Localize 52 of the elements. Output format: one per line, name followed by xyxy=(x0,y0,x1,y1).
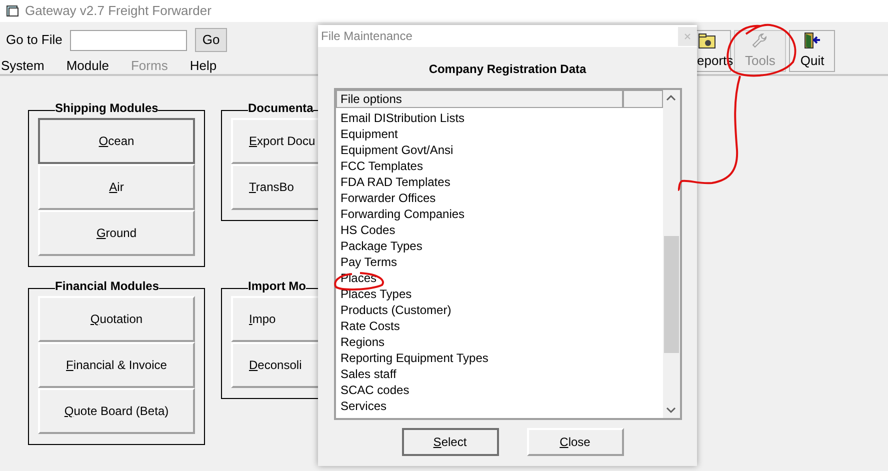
go-button[interactable]: Go xyxy=(195,28,227,52)
module-button[interactable]: Impo xyxy=(231,296,318,342)
menu-item[interactable]: Module xyxy=(66,56,109,76)
column-header[interactable] xyxy=(622,90,662,108)
app-icon xyxy=(6,5,19,17)
module-button[interactable]: Air xyxy=(38,164,195,210)
go-to-file-field[interactable] xyxy=(70,30,188,50)
column-header[interactable]: File options xyxy=(336,90,622,108)
module-button[interactable]: Quotation xyxy=(38,296,195,342)
list-item[interactable]: Forwarding Companies xyxy=(336,206,662,222)
scroll-thumb[interactable] xyxy=(664,236,678,353)
list-item[interactable]: Sales staff xyxy=(336,366,662,382)
scrollbar[interactable] xyxy=(662,90,680,418)
list-item[interactable]: Products (Customer) xyxy=(336,302,662,318)
module-button[interactable]: Ocean xyxy=(38,118,195,164)
toolbar-button[interactable]: Quit xyxy=(789,30,836,72)
close-icon[interactable] xyxy=(678,26,697,46)
group-title: Documenta xyxy=(248,102,314,114)
list-item[interactable]: Pay Terms xyxy=(336,254,662,270)
list-item[interactable]: Package Types xyxy=(336,238,662,254)
list-item[interactable]: FDA RAD Templates xyxy=(336,174,662,190)
module-button[interactable]: Ground xyxy=(38,210,195,256)
list-item[interactable]: Places Types xyxy=(336,286,662,302)
list-item[interactable]: Forwarder Offices xyxy=(336,190,662,206)
group-title: Shipping Modules xyxy=(55,102,158,114)
module-button[interactable]: Deconsoli xyxy=(231,342,318,388)
list-item[interactable]: FCC Templates xyxy=(336,158,662,174)
list-item[interactable]: Reporting Equipment Types xyxy=(336,350,662,366)
list-item[interactable]: Equipment Govt/Ansi xyxy=(336,142,662,158)
menu-item[interactable]: Help xyxy=(190,56,217,76)
menu-item[interactable]: System xyxy=(1,56,44,76)
list-item[interactable]: Equipment xyxy=(336,126,662,142)
list-item[interactable]: HS Codes xyxy=(336,222,662,238)
go-to-file-label: Go to File xyxy=(6,31,62,50)
list-item[interactable]: SCAC codes xyxy=(336,382,662,398)
module-button[interactable]: Export Docu xyxy=(231,118,318,164)
dialog-title: File Maintenance xyxy=(320,28,412,45)
dialog-button[interactable]: Close xyxy=(526,428,624,456)
door-icon xyxy=(802,31,822,52)
window-title: Gateway v2.7 Freight Forwarder xyxy=(25,2,212,20)
list-item[interactable]: Email DIStribution Lists xyxy=(336,110,662,126)
group-title: Financial Modules xyxy=(55,280,160,292)
dialog-heading: Company Registration Data xyxy=(428,61,586,78)
module-button[interactable]: Quote Board (Beta) xyxy=(38,388,195,434)
list-item[interactable]: Regions xyxy=(336,334,662,350)
group-title: Import Mo xyxy=(248,280,306,292)
dialog-button[interactable]: Select xyxy=(402,428,498,456)
list-item[interactable]: Rate Costs xyxy=(336,318,662,334)
folder-icon xyxy=(697,31,717,52)
module-button[interactable]: TransBo xyxy=(231,164,318,210)
list-item[interactable]: Services xyxy=(336,398,662,414)
module-button[interactable]: Financial & Invoice xyxy=(38,342,195,388)
